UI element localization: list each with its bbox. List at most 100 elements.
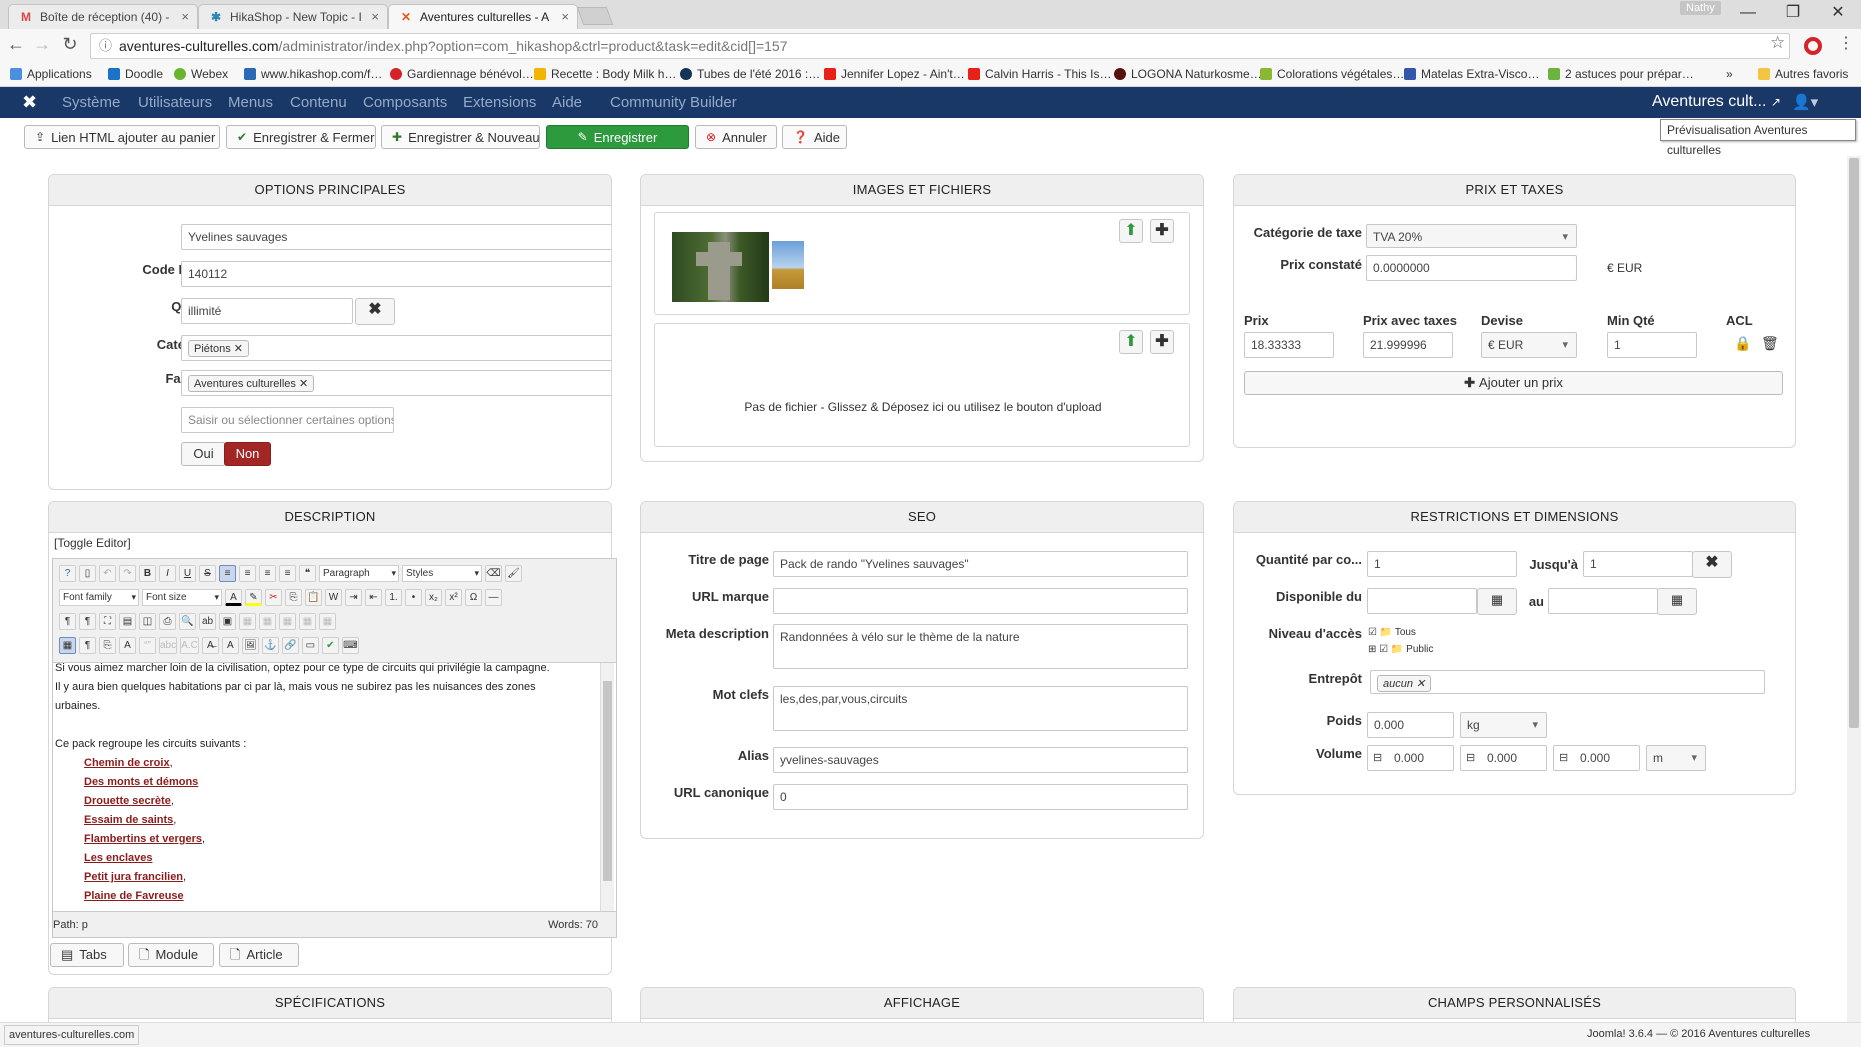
font-size-select[interactable]: Font size [142,588,222,606]
circuit-link[interactable]: Les enclaves [84,852,153,864]
font-family-select[interactable]: Font family [59,588,139,606]
bookmark-item[interactable]: Webex [174,67,228,81]
trash-icon[interactable]: 🗑 [1761,335,1779,352]
bookmark-item[interactable]: Recette : Body Milk h… [534,67,676,81]
print-icon[interactable]: ⎙ [159,612,176,630]
styles-select[interactable]: Styles [402,564,482,582]
circuit-link[interactable]: Petit jura francilien [84,871,183,883]
checkbox-icon[interactable]: ☑ [1379,644,1388,655]
bold-icon[interactable]: B [139,564,156,582]
browser-user-badge[interactable]: Nathy [1680,1,1721,15]
bookmark-item[interactable]: Tubes de l'été 2016 :… [680,67,820,81]
bullet-list-icon[interactable]: • [405,588,422,606]
align-left-icon[interactable]: ≡ [219,564,236,582]
strike-icon[interactable]: S [199,564,216,582]
lock-icon[interactable]: 🔒 [1734,335,1751,352]
page-scrollbar[interactable] [1847,156,1861,1022]
active-oui-button[interactable]: Oui [181,442,226,466]
subscript-icon[interactable]: x₂ [425,588,442,606]
link-icon[interactable]: 🔗 [281,636,299,654]
merge-icon[interactable]: ▦ [299,612,316,630]
menu-menus[interactable]: Menus [228,94,273,111]
undo-icon[interactable]: ↶ [99,564,116,582]
circuit-link[interactable]: Chemin de croix [84,757,170,769]
url-field[interactable]: ⓘ aventures-culturelles.com/administrato… [90,33,1790,59]
media-icon[interactable]: ▭ [301,636,319,654]
quantite-min-input[interactable]: 1 [1367,551,1517,577]
product-image-cross[interactable] [672,232,769,302]
user-menu-icon[interactable]: 👤▾ [1792,93,1818,111]
tax-category-select[interactable]: TVA 20% [1366,224,1577,248]
browser-tab-aventures[interactable]: ✕ Aventures culturelles - A × [388,4,578,29]
volume-unit-select[interactable]: m [1646,745,1706,771]
prix-constate-input[interactable]: 0.0000000 [1366,255,1577,281]
blockquote-icon[interactable]: ❝ [299,564,316,582]
window-close-icon[interactable]: ✕ [1815,0,1861,26]
bookmark-star-icon[interactable]: ☆ [1770,33,1785,53]
tag-remove-icon[interactable]: ✕ [234,343,243,355]
mot-clefs-textarea[interactable]: les,des,par,vous,circuits [773,686,1188,731]
underline-icon[interactable]: U [179,564,196,582]
text-color-icon[interactable]: A [225,588,242,606]
image-icon[interactable]: 🖼 [241,636,259,654]
bookmark-item[interactable]: Colorations végétales… [1260,67,1404,81]
fabricant-field[interactable]: Aventures culturelles ✕ [181,370,611,396]
close-icon[interactable]: × [371,9,379,24]
superscript-icon[interactable]: x² [445,588,462,606]
editor-scrollbar[interactable] [600,663,614,911]
bookmark-item[interactable]: Doodle [108,67,163,81]
prix-input[interactable]: 18.33333 [1244,332,1334,358]
cancel-button[interactable]: ⊗ Annuler [695,125,777,149]
omega-icon[interactable]: Ω [465,588,482,606]
categories-field[interactable]: Piétons ✕ [181,335,611,361]
browser-tab-gmail[interactable]: M Boîte de réception (40) - × [8,4,198,29]
expand-icon[interactable]: ⊞ [1368,644,1376,655]
code-icon[interactable]: ⌨ [341,636,359,654]
joomla-logo-icon[interactable]: ✖ [22,92,37,113]
circuit-link[interactable]: Essaim de saints [84,814,173,826]
bookmarks-overflow[interactable]: » [1726,67,1733,81]
save-new-button[interactable]: ✚ Enregistrer & Nouveau [381,125,540,149]
menu-aide[interactable]: Aide [552,94,582,111]
access-public[interactable]: ⊞ ☑ 📁 Public [1368,641,1433,658]
calendar-start-button[interactable]: ▦ [1477,588,1517,615]
rtl-icon[interactable]: ¶ [79,612,96,630]
paste-word-icon[interactable]: W [325,588,342,606]
quantite-max-input[interactable]: 1 [1583,551,1693,577]
meta-description-textarea[interactable]: Randonnées à vélo sur le thème de la nat… [773,624,1188,669]
outdent-icon[interactable]: ⇤ [365,588,382,606]
entrepot-field[interactable]: aucun ✕ [1370,670,1765,694]
module-button[interactable]: 🗋 Module [128,943,214,967]
url-canonique-input[interactable]: 0 [773,784,1188,810]
help-button[interactable]: ❓ Aide [782,125,847,149]
table-icon[interactable]: ▦ [239,612,256,630]
new-tab-button[interactable] [576,7,614,25]
justify-icon[interactable]: ≡ [279,564,296,582]
menu-community-builder[interactable]: Community Builder [610,94,737,111]
minimize-icon[interactable]: — [1725,0,1771,26]
devise-select[interactable]: € EUR [1481,332,1577,358]
reload-icon[interactable]: ↻ [58,34,82,55]
row-icon[interactable]: ▦ [259,612,276,630]
alias-input[interactable]: yvelines-sauvages [773,747,1188,773]
volume-length-input[interactable]: ⊟ 0.000 [1367,745,1454,771]
anchor-icon[interactable]: ⚓ [261,636,279,654]
new-doc-icon[interactable]: ▯ [79,564,96,582]
insert-layer-icon[interactable]: ▣ [219,612,236,630]
abbr-icon[interactable]: abc [159,636,178,654]
quantite-input[interactable]: illimité [181,298,353,324]
style-props-icon[interactable]: A [119,636,136,654]
tag-remove-icon[interactable]: ✕ [1416,678,1425,690]
circuit-link[interactable]: Flambertins et vergers [84,833,202,845]
ltr-icon[interactable]: ¶ [59,612,76,630]
template-icon[interactable]: ▤ [119,612,136,630]
align-center-icon[interactable]: ≡ [239,564,256,582]
close-icon[interactable]: × [181,9,189,24]
eraser-icon[interactable]: ⌫ [485,564,502,582]
maximize-icon[interactable]: ❐ [1770,0,1816,26]
bookmark-apps[interactable]: Applications [10,67,92,81]
site-preview-link[interactable]: Aventures cult... ↗ [1652,93,1781,111]
menu-systeme[interactable]: Système [62,94,120,111]
ordered-list-icon[interactable]: 1. [385,588,402,606]
align-right-icon[interactable]: ≡ [259,564,276,582]
